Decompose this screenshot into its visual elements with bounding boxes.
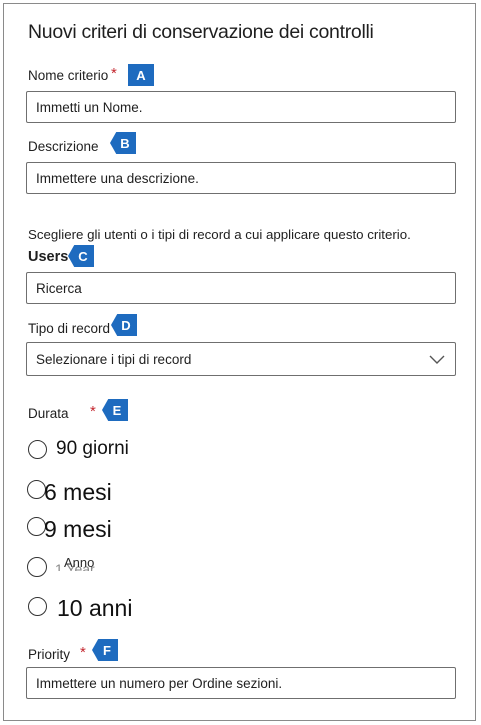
name-input[interactable]: Immetti un Nome.	[26, 91, 456, 123]
option-9-months-label: 9 mesi	[44, 516, 112, 542]
description-label: Descrizione	[28, 139, 99, 154]
page-title: Nuovi criteri di conservazione dei contr…	[28, 21, 374, 43]
priority-input[interactable]: Immettere un numero per Ordine sezioni.	[26, 667, 456, 699]
option-1-year-overlay: Anno	[64, 555, 95, 570]
record-type-dropdown[interactable]: Selezionare i tipi di record	[26, 342, 456, 376]
chevron-down-icon	[429, 355, 445, 364]
radio-10-years[interactable]	[28, 597, 47, 616]
users-label: Users	[28, 249, 69, 265]
priority-label: Priority	[28, 647, 71, 662]
duration-required-mark: *	[90, 403, 96, 420]
description-input[interactable]: Immettere una descrizione.	[26, 162, 456, 194]
users-search-input[interactable]: Ricerca	[26, 272, 456, 304]
radio-1-year[interactable]	[27, 557, 47, 577]
scope-instruction: Scegliere gli utenti o i tipi di record …	[28, 227, 411, 242]
option-90-days-label: 90 giorni	[56, 438, 129, 459]
priority-required-mark: *	[80, 644, 86, 661]
record-type-label: Tipo di record	[28, 321, 111, 336]
duration-label: Durata	[28, 406, 69, 421]
option-10-years-label: 10 anni	[57, 595, 133, 621]
radio-90-days[interactable]	[28, 440, 47, 459]
name-label: Nome criterio	[28, 68, 109, 83]
callout-badge-a: A	[128, 64, 154, 86]
name-required-mark: *	[111, 65, 117, 82]
record-type-selected-value: Selezionare i tipi di record	[36, 351, 192, 367]
option-6-months-label: 6 mesi	[44, 479, 112, 505]
